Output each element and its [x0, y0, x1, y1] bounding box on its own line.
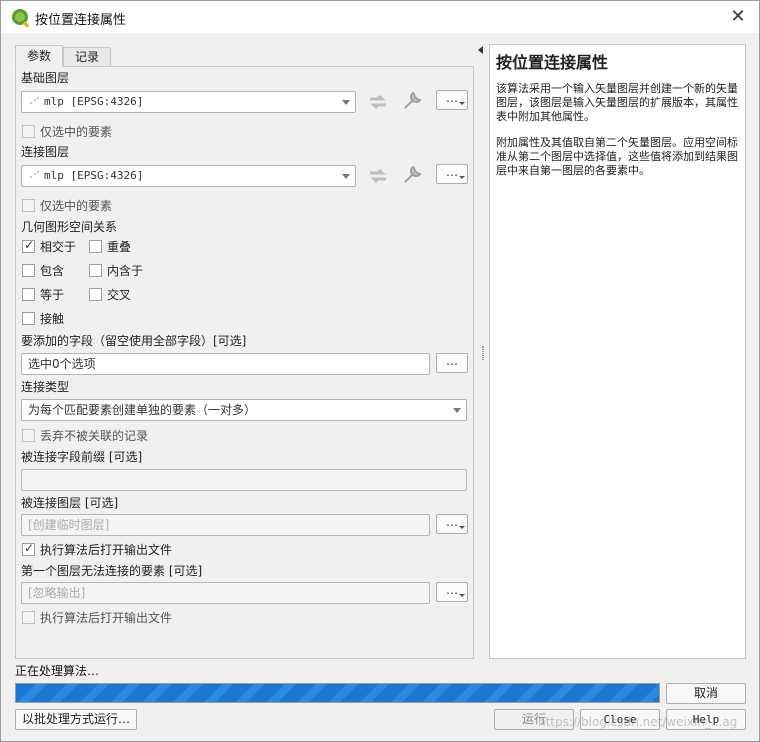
progress-bar [15, 683, 660, 703]
predicate-within-label: 内含于 [107, 264, 144, 278]
title-bar: 按位置连接属性 ✕ [1, 1, 759, 33]
joined-layer-label: 被连接图层 [可选] [21, 496, 119, 510]
predicate-touches-label: 接触 [40, 312, 65, 326]
predicate-contains-label: 包含 [40, 264, 65, 278]
discard-nonmatching-label: 丢弃不被关联的记录 [40, 429, 149, 443]
join-selected-only-checkbox[interactable] [22, 199, 35, 212]
unjoinable-label: 第一个图层无法连接的要素 [可选] [21, 564, 203, 578]
dots-label: … [446, 165, 458, 179]
joined-layer-options-button[interactable]: … [436, 514, 468, 534]
predicate-within-checkbox[interactable] [89, 264, 102, 277]
base-layer-select[interactable]: mlp [EPSG:4326] [21, 91, 356, 113]
qgis-logo-icon [12, 9, 28, 25]
base-selected-only-checkbox[interactable] [22, 125, 35, 138]
predicate-overlaps-checkbox[interactable] [89, 240, 102, 253]
prefix-input[interactable] [21, 469, 467, 491]
collapse-help-icon[interactable] [478, 46, 483, 54]
join-layer-select[interactable]: mlp [EPSG:4326] [21, 165, 356, 187]
help-title: 按位置连接属性 [496, 53, 609, 72]
prefix-label: 被连接字段前缀 [可选] [21, 450, 143, 464]
fields-input[interactable]: 选中0个选项 [21, 353, 430, 375]
splitter-handle[interactable] [482, 346, 484, 360]
open-output-1-checkbox[interactable] [22, 541, 35, 556]
join-type-value: 为每个匹配要素创建单独的要素（一对多） [28, 403, 257, 417]
join-type-label: 连接类型 [21, 380, 70, 394]
join-type-select[interactable]: 为每个匹配要素创建单独的要素（一对多） [21, 399, 467, 421]
fields-label: 要添加的字段（留空使用全部字段）[可选] [21, 334, 247, 348]
join-layer-value: mlp [EPSG:4326] [44, 169, 144, 182]
close-icon[interactable]: ✕ [725, 4, 751, 30]
dropdown-arrow-icon [459, 176, 465, 179]
predicate-touches-checkbox[interactable] [22, 312, 35, 325]
fields-select-button[interactable]: … [436, 353, 468, 373]
predicate-crosses-checkbox[interactable] [89, 288, 102, 301]
predicate-intersects-label: 相交于 [40, 240, 77, 254]
base-selected-only-label: 仅选中的要素 [40, 125, 113, 139]
help-panel: 按位置连接属性 该算法采用一个输入矢量图层并创建一个新的矢量图层，该图层是输入矢… [489, 44, 746, 659]
predicate-equals-label: 等于 [40, 288, 65, 302]
cancel-button[interactable]: 取消 [666, 683, 746, 704]
predicate-equals-checkbox[interactable] [22, 288, 35, 301]
join-selected-only-label: 仅选中的要素 [40, 199, 113, 213]
wrench-icon[interactable] [401, 163, 425, 185]
joined-layer-input[interactable]: [创建临时图层] [21, 514, 430, 536]
progress-fill [16, 684, 659, 702]
dialog-window: 按位置连接属性 ✕ 参数 记录 基础图层 mlp [EPSG:4326] … 仅… [0, 0, 760, 742]
batch-process-button[interactable]: 以批处理方式运行… [15, 709, 137, 730]
tab-log[interactable]: 记录 [63, 47, 111, 67]
watermark-text: https://blog.csdn.net/weixin_...ag [538, 715, 738, 729]
predicate-contains-checkbox[interactable] [22, 264, 35, 277]
chevron-down-icon [342, 174, 350, 179]
predicate-overlaps-label: 重叠 [107, 240, 132, 254]
open-output-1-label: 执行算法后打开输出文件 [40, 543, 173, 557]
predicate-label: 几何图形空间关系 [21, 220, 118, 234]
dots-label: … [446, 91, 458, 105]
help-paragraph-2: 附加属性及其值取自第二个矢量图层。应用空间标准从第二个图层中选择值，这些值将添加… [496, 136, 738, 177]
tab-parameters[interactable]: 参数 [15, 45, 63, 68]
dropdown-arrow-icon [459, 594, 465, 597]
base-layer-value: mlp [EPSG:4326] [44, 95, 144, 108]
base-layer-options-button[interactable]: … [436, 90, 468, 110]
point-layer-icon [30, 171, 39, 178]
open-output-2-label: 执行算法后打开输出文件 [40, 611, 173, 625]
unjoinable-options-button[interactable]: … [436, 582, 468, 602]
unjoinable-input[interactable]: [忽略输出] [21, 582, 430, 604]
dots-label: … [446, 583, 458, 597]
iterate-icon[interactable] [366, 91, 390, 113]
open-output-2-checkbox[interactable] [22, 611, 35, 624]
dropdown-arrow-icon [459, 526, 465, 529]
join-layer-options-button[interactable]: … [436, 164, 468, 184]
join-layer-label: 连接图层 [21, 145, 70, 159]
dots-label: … [446, 515, 458, 529]
wrench-icon[interactable] [401, 89, 425, 111]
predicate-crosses-label: 交叉 [107, 288, 132, 302]
chevron-down-icon [342, 100, 350, 105]
discard-nonmatching-checkbox[interactable] [22, 429, 35, 442]
iterate-icon[interactable] [366, 165, 390, 187]
help-paragraph-1: 该算法采用一个输入矢量图层并创建一个新的矢量图层，该图层是输入矢量图层的扩展版本… [496, 82, 738, 123]
dropdown-arrow-icon [459, 102, 465, 105]
base-layer-label: 基础图层 [21, 71, 70, 85]
status-text: 正在处理算法… [15, 664, 100, 678]
window-title: 按位置连接属性 [35, 13, 127, 28]
chevron-down-icon [453, 408, 461, 413]
predicate-intersects-checkbox[interactable] [22, 238, 35, 253]
point-layer-icon [30, 97, 39, 104]
